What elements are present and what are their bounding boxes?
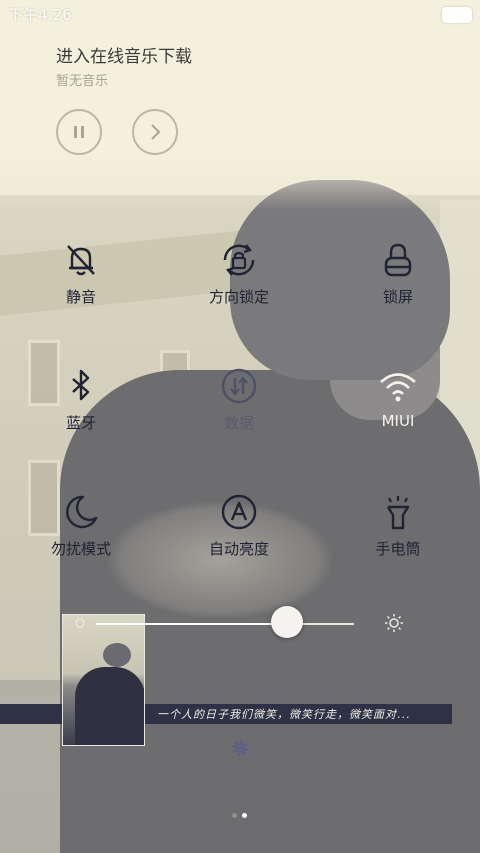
album-art[interactable] <box>62 614 145 746</box>
toggle-wifi[interactable]: MIUI <box>343 366 453 430</box>
lyrics-text: 一个人的日子我们微笑，微笑行走，微笑面对... <box>157 708 411 721</box>
next-button[interactable] <box>132 109 178 155</box>
page-dot <box>232 813 237 818</box>
toggle-mute[interactable]: 静音 <box>26 240 136 307</box>
gear-icon[interactable] <box>229 737 251 759</box>
toggle-flashlight[interactable]: 手电筒 <box>343 492 453 559</box>
album-person-head <box>103 643 131 667</box>
music-title[interactable]: 进入在线音乐下载 <box>56 42 192 67</box>
lock-icon <box>384 243 412 277</box>
data-icon <box>221 368 257 404</box>
page-indicator <box>232 813 252 819</box>
brightness-high-icon <box>385 614 403 632</box>
toggle-data[interactable]: 数据 <box>184 366 294 433</box>
toggle-label: 锁屏 <box>382 288 413 306</box>
toggle-label: 方向锁定 <box>208 288 269 306</box>
toggle-label: MIUI <box>381 412 415 430</box>
toggle-label: 数据 <box>223 414 254 432</box>
status-bar: 下午4:26 <box>0 0 480 28</box>
flashlight-icon <box>386 496 410 530</box>
album-person-body <box>75 667 144 745</box>
toggle-bluetooth[interactable]: 蓝牙 <box>26 366 136 433</box>
toggle-label: 蓝牙 <box>65 414 96 432</box>
page-dot-active <box>242 813 247 818</box>
toggle-lock-screen[interactable]: 锁屏 <box>343 240 453 307</box>
auto-brightness-icon <box>221 494 257 530</box>
rotation-lock-icon <box>223 244 255 276</box>
toggle-do-not-disturb[interactable]: 勿扰模式 <box>26 492 136 559</box>
status-time: 下午4:26 <box>8 6 72 24</box>
toggle-label: 勿扰模式 <box>50 540 111 558</box>
pause-button[interactable] <box>56 109 102 155</box>
toggle-label: 静音 <box>65 288 96 306</box>
wallpaper-fade <box>0 0 480 210</box>
moon-icon <box>66 495 98 529</box>
toggle-label: 手电筒 <box>375 540 421 558</box>
toggle-auto-brightness[interactable]: 自动亮度 <box>184 492 294 559</box>
brightness-low-icon <box>75 618 85 628</box>
bell-off-icon <box>67 245 95 276</box>
bluetooth-icon <box>72 369 90 401</box>
chevron-right-icon <box>151 124 161 140</box>
control-center-screen: 下午4:26 进入在线音乐下载 暂无音乐 静音 方向锁定 锁屏 蓝牙 数据 MI… <box>0 0 480 853</box>
brightness-slider[interactable] <box>96 623 354 625</box>
music-subtitle: 暂无音乐 <box>56 74 109 89</box>
pause-icon <box>74 126 84 138</box>
toggle-label: 自动亮度 <box>208 540 269 558</box>
brightness-knob[interactable] <box>271 606 303 638</box>
toggle-rotation-lock[interactable]: 方向锁定 <box>184 240 294 307</box>
brightness-fill <box>96 623 287 625</box>
battery-icon <box>442 7 472 23</box>
wifi-icon <box>380 373 416 402</box>
